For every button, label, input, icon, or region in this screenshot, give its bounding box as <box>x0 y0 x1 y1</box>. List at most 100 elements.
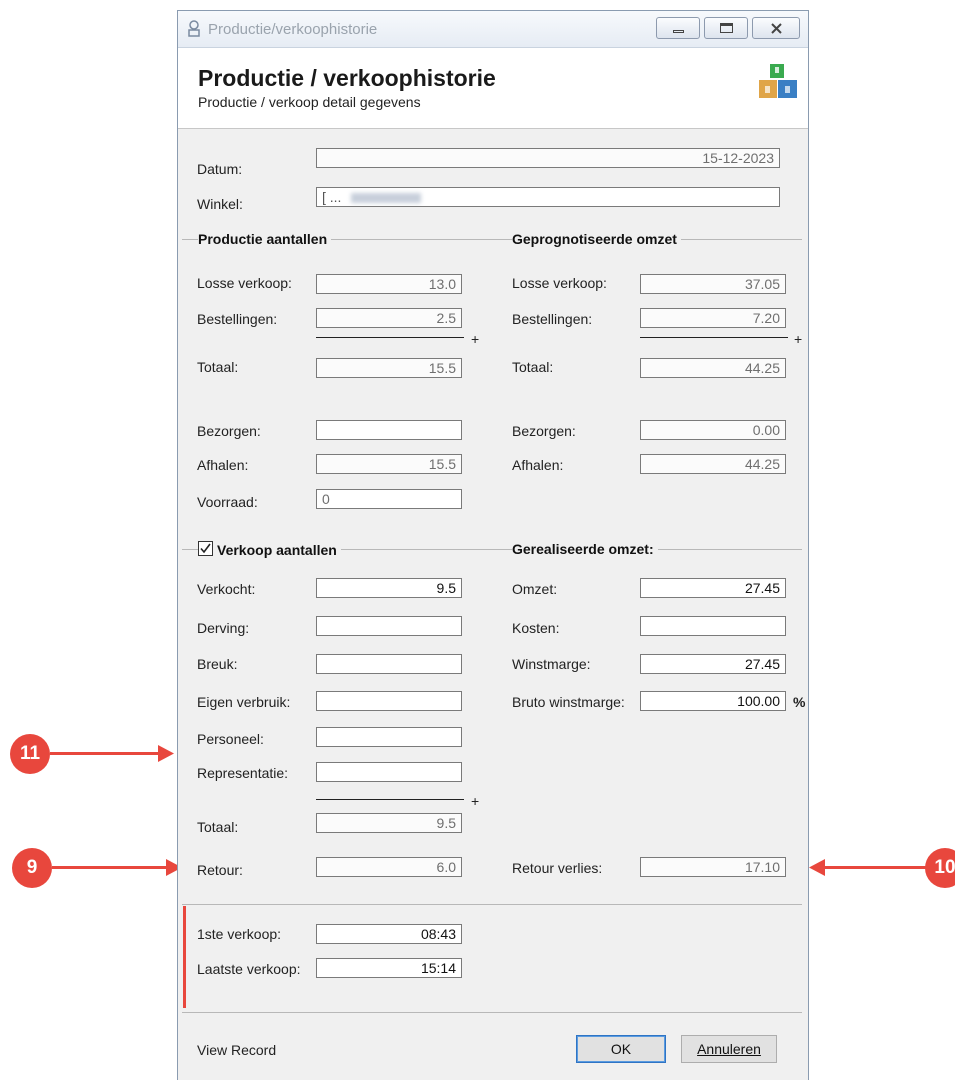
breuk-label: Breuk: <box>197 656 238 672</box>
retour-verlies-label: Retour verlies: <box>512 860 603 876</box>
header-subtitle: Productie / verkoop detail gegevens <box>198 94 421 110</box>
minimize-button[interactable] <box>656 17 700 39</box>
forecast-bestellingen-label: Bestellingen: <box>512 311 593 327</box>
bezorgen-label: Bezorgen: <box>197 423 261 439</box>
forecast-bezorgen-label: Bezorgen: <box>512 423 576 439</box>
arrowhead-left-icon <box>809 859 825 876</box>
bruto-winstmarge-label: Bruto winstmarge: <box>512 694 625 710</box>
kosten-field[interactable] <box>640 616 786 636</box>
forecast-totaal-label: Totaal: <box>512 359 554 375</box>
omzet-field[interactable]: 27.45 <box>640 578 786 598</box>
dialog-window: Productie/verkoophistorie Productie / ve… <box>177 10 809 1080</box>
winkel-field[interactable]: [ ... <box>316 187 780 207</box>
checkmark-icon <box>200 543 211 554</box>
plus-sign: + <box>794 331 803 347</box>
representatie-field[interactable] <box>316 762 462 782</box>
voorraad-label: Voorraad: <box>197 494 258 510</box>
close-button[interactable] <box>752 17 800 39</box>
annotation-badge-9: 9 <box>12 848 52 888</box>
kosten-label: Kosten: <box>512 620 560 636</box>
divider <box>182 904 802 905</box>
forecast-totaal-field[interactable]: 44.25 <box>640 358 786 378</box>
forecast-afhalen-field[interactable]: 44.25 <box>640 454 786 474</box>
annotation-arrow-9 <box>52 866 176 869</box>
view-record-label: View Record <box>197 1042 277 1058</box>
afhalen-label: Afhalen: <box>197 457 249 473</box>
bruto-winstmarge-field[interactable]: 100.00 <box>640 691 786 711</box>
afhalen-field[interactable]: 15.5 <box>316 454 462 474</box>
plus-sign: + <box>471 331 480 347</box>
winkel-label: Winkel: <box>197 196 243 212</box>
ok-button[interactable]: OK <box>576 1035 666 1063</box>
section-productie-aantallen: Productie aantallen <box>198 231 332 247</box>
forecast-afhalen-label: Afhalen: <box>512 457 564 473</box>
personeel-label: Personeel: <box>197 731 264 747</box>
derving-field[interactable] <box>316 616 462 636</box>
sales-totaal-label: Totaal: <box>197 819 239 835</box>
forecast-losse-verkoop-label: Losse verkoop: <box>512 275 607 291</box>
laatste-verkoop-field[interactable]: 15:14 <box>316 958 462 978</box>
annotation-bracket-11 <box>183 906 186 1008</box>
close-icon <box>771 23 782 34</box>
eerste-verkoop-label: 1ste verkoop: <box>197 926 282 942</box>
laatste-verkoop-label: Laatste verkoop: <box>197 961 301 977</box>
title-bar[interactable]: Productie/verkoophistorie <box>178 11 808 48</box>
forecast-losse-verkoop-field[interactable]: 37.05 <box>640 274 786 294</box>
bezorgen-field[interactable] <box>316 420 462 440</box>
bestellingen-field[interactable]: 2.5 <box>316 308 462 328</box>
annuleren-button[interactable]: Annuleren <box>681 1035 777 1063</box>
winstmarge-field[interactable]: 27.45 <box>640 654 786 674</box>
breuk-field[interactable] <box>316 654 462 674</box>
annuleren-label: Annuleren <box>697 1041 761 1057</box>
bestellingen-label: Bestellingen: <box>197 311 278 327</box>
annotation-badge-10: 10 <box>925 848 955 888</box>
winkel-value: [ ... <box>322 189 342 205</box>
plus-sign: + <box>471 793 480 809</box>
voorraad-field[interactable]: 0 <box>316 489 462 509</box>
sales-totaal-field[interactable]: 9.5 <box>316 813 462 833</box>
header-title: Productie / verkoophistorie <box>198 65 496 91</box>
datum-label: Datum: <box>197 161 243 177</box>
arrowhead-right-icon <box>158 745 174 762</box>
maximize-button[interactable] <box>704 17 748 39</box>
section-gerealiseerde-omzet: Gerealiseerde omzet: <box>512 541 658 557</box>
section-geprognotiseerde-omzet: Geprognotiseerde omzet <box>512 231 681 247</box>
eerste-verkoop-field[interactable]: 08:43 <box>316 924 462 944</box>
annotation-arrow-10 <box>820 866 926 869</box>
verkoop-section-header: Verkoop aantallen <box>198 540 341 560</box>
divider <box>182 1012 802 1013</box>
verkocht-field[interactable]: 9.5 <box>316 578 462 598</box>
datum-field[interactable]: 15-12-2023 <box>316 148 780 168</box>
annotation-arrow-11 <box>50 752 162 755</box>
eigen-verbruik-field[interactable] <box>316 691 462 711</box>
forecast-bestellingen-field[interactable]: 7.20 <box>640 308 786 328</box>
annotation-badge-11: 11 <box>10 734 50 774</box>
percent-sign: % <box>793 694 806 710</box>
totaal-label: Totaal: <box>197 359 239 375</box>
derving-label: Derving: <box>197 620 250 636</box>
personeel-field[interactable] <box>316 727 462 747</box>
retour-label: Retour: <box>197 862 243 878</box>
winstmarge-label: Winstmarge: <box>512 656 591 672</box>
sum-line <box>640 337 788 338</box>
verkoop-checkbox[interactable] <box>198 541 213 556</box>
sum-line <box>316 799 464 800</box>
representatie-label: Representatie: <box>197 765 289 781</box>
retour-field[interactable]: 6.0 <box>316 857 462 877</box>
forecast-bezorgen-field[interactable]: 0.00 <box>640 420 786 440</box>
losse-verkoop-field[interactable]: 13.0 <box>316 274 462 294</box>
dialog-header: Productie / verkoophistorie Productie / … <box>178 48 808 129</box>
verkocht-label: Verkocht: <box>197 581 256 597</box>
winkel-blurred <box>351 193 422 204</box>
section-verkoop-aantallen: Verkoop aantallen <box>217 542 341 558</box>
app-logo-icon <box>759 64 797 98</box>
retour-verlies-field[interactable]: 17.10 <box>640 857 786 877</box>
maximize-icon <box>720 23 733 33</box>
omzet-label: Omzet: <box>512 581 558 597</box>
app-title-icon <box>188 20 200 37</box>
minimize-icon <box>673 30 684 33</box>
sum-line <box>316 337 464 338</box>
window-title: Productie/verkoophistorie <box>208 21 378 38</box>
totaal-field[interactable]: 15.5 <box>316 358 462 378</box>
eigen-verbruik-label: Eigen verbruik: <box>197 694 291 710</box>
